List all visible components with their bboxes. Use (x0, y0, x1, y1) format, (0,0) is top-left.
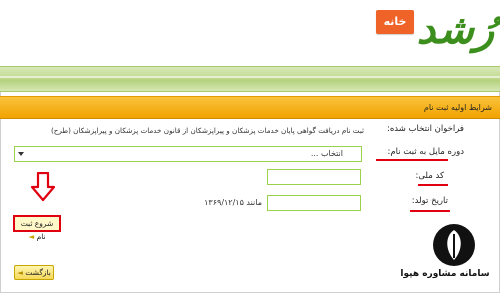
down-arrow-icon (30, 172, 56, 202)
call-label: فراخوان انتخاب شده: (386, 124, 464, 134)
quill-logo-icon (433, 224, 475, 266)
start-registration-button[interactable]: شروع ثبت نام ◄ (13, 215, 61, 241)
logo: رُشد (416, 6, 495, 53)
arrow-left-icon: ◄ (17, 268, 23, 277)
period-underline (376, 159, 448, 161)
code-label: کد ملی: (415, 171, 444, 181)
section-title: شرایط اولیه ثبت نام (423, 103, 492, 112)
chevron-down-icon (18, 152, 24, 156)
watermark: سامانه مشاوره هپوا (395, 224, 500, 293)
nav-band (0, 66, 500, 92)
watermark-text: سامانه مشاوره هپوا (400, 269, 490, 279)
period-select[interactable]: انتخاب ... (14, 146, 362, 162)
call-value: ثبت نام دریافت گواهی پایان خدمات پزشکان … (50, 126, 364, 135)
back-button[interactable]: بازگشت ◄ (14, 265, 54, 280)
period-selected-text: انتخاب ... (310, 149, 343, 158)
birth-date-input[interactable] (267, 195, 361, 211)
national-code-input[interactable] (267, 169, 361, 185)
birth-example: مانند ۱۳۶۹/۱۲/۱۵ (204, 198, 262, 207)
section-header: شرایط اولیه ثبت نام (0, 96, 500, 119)
header: رُشد خانه (0, 0, 500, 66)
birth-underline (410, 210, 450, 212)
back-label: بازگشت (25, 268, 51, 277)
period-label: دوره مایل به ثبت نام: (387, 147, 464, 157)
birth-label: تاریخ تولد: (411, 196, 448, 206)
arrow-left-icon: ◄ (28, 232, 35, 241)
code-underline (418, 184, 448, 186)
home-button[interactable]: خانه (376, 10, 414, 34)
